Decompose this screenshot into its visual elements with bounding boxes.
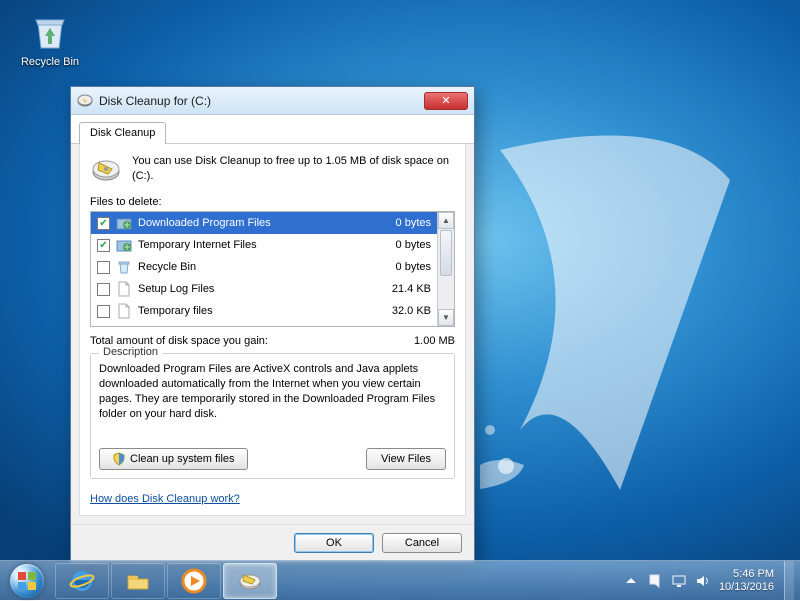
system-tray: 5:46 PM 10/13/2016: [619, 568, 778, 593]
folder-globe-icon: [116, 237, 132, 253]
list-item-name: Recycle Bin: [138, 261, 365, 273]
disk-cleanup-large-icon: [90, 154, 122, 186]
file-icon: [116, 281, 132, 297]
checkbox[interactable]: [97, 283, 110, 296]
ie-icon: [69, 568, 95, 594]
list-item-name: Temporary Internet Files: [138, 239, 365, 251]
start-orb-icon: [10, 564, 44, 598]
description-text: Downloaded Program Files are ActiveX con…: [99, 362, 446, 430]
list-item-size: 0 bytes: [371, 261, 431, 273]
taskbar-disk-cleanup[interactable]: [223, 563, 277, 599]
view-files-label: View Files: [381, 453, 431, 465]
show-hidden-icons[interactable]: [623, 573, 639, 589]
windows7-logo: [460, 120, 760, 500]
cleanup-system-files-button[interactable]: Clean up system files: [99, 448, 248, 470]
cancel-label: Cancel: [405, 537, 439, 549]
list-item-name: Downloaded Program Files: [138, 217, 365, 229]
recycle-bin-icon: [116, 259, 132, 275]
tabstrip: Disk Cleanup: [71, 115, 474, 144]
list-item[interactable]: Temporary files 32.0 KB: [91, 300, 437, 322]
disk-cleanup-icon: [77, 93, 93, 109]
close-button[interactable]: ✕: [424, 92, 468, 110]
network-icon[interactable]: [671, 573, 687, 589]
list-item[interactable]: Recycle Bin 0 bytes: [91, 256, 437, 278]
checkbox[interactable]: [97, 261, 110, 274]
intro-text: You can use Disk Cleanup to free up to 1…: [132, 154, 455, 186]
total-value: 1.00 MB: [414, 335, 455, 347]
disk-cleanup-dialog: Disk Cleanup for (C:) ✕ Disk Cleanup You…: [70, 86, 475, 562]
folder-globe-icon: [116, 215, 132, 231]
list-item[interactable]: ✔ Temporary Internet Files 0 bytes: [91, 234, 437, 256]
media-player-icon: [181, 568, 207, 594]
list-item[interactable]: Setup Log Files 21.4 KB: [91, 278, 437, 300]
ok-label: OK: [326, 537, 342, 549]
dialog-body: You can use Disk Cleanup to free up to 1…: [79, 144, 466, 516]
file-icon: [116, 303, 132, 319]
ok-button[interactable]: OK: [294, 533, 374, 553]
close-icon: ✕: [441, 94, 450, 107]
description-group: Description Downloaded Program Files are…: [90, 353, 455, 479]
tab-disk-cleanup[interactable]: Disk Cleanup: [79, 122, 166, 144]
cancel-button[interactable]: Cancel: [382, 533, 462, 553]
taskbar-ie[interactable]: [55, 563, 109, 599]
clock-date: 10/13/2016: [719, 581, 774, 594]
volume-icon[interactable]: [695, 573, 711, 589]
taskbar: 5:46 PM 10/13/2016: [0, 560, 800, 600]
scroll-thumb[interactable]: [440, 230, 452, 276]
scroll-up-button[interactable]: ▲: [438, 212, 454, 229]
clock[interactable]: 5:46 PM 10/13/2016: [719, 568, 774, 593]
disk-cleanup-icon: [237, 568, 263, 594]
titlebar[interactable]: Disk Cleanup for (C:) ✕: [71, 87, 474, 115]
clock-time: 5:46 PM: [719, 568, 774, 581]
view-files-button[interactable]: View Files: [366, 448, 446, 470]
list-item-size: 21.4 KB: [371, 283, 431, 295]
checkbox[interactable]: ✔: [97, 239, 110, 252]
show-desktop-button[interactable]: [784, 561, 794, 601]
folder-icon: [125, 568, 151, 594]
action-center-icon[interactable]: [647, 573, 663, 589]
dialog-title: Disk Cleanup for (C:): [99, 94, 424, 108]
recycle-bin-icon: [28, 10, 72, 54]
list-item[interactable]: ✔ Downloaded Program Files 0 bytes: [91, 212, 437, 234]
files-to-delete-label: Files to delete:: [90, 196, 455, 208]
description-legend: Description: [99, 346, 162, 358]
scroll-down-button[interactable]: ▼: [438, 309, 454, 326]
help-link[interactable]: How does Disk Cleanup work?: [90, 493, 240, 505]
dialog-footer: OK Cancel: [71, 524, 474, 561]
taskbar-media-player[interactable]: [167, 563, 221, 599]
list-item-size: 32.0 KB: [371, 305, 431, 317]
taskbar-explorer[interactable]: [111, 563, 165, 599]
start-button[interactable]: [0, 561, 54, 601]
checkbox[interactable]: [97, 305, 110, 318]
list-item-name: Setup Log Files: [138, 283, 365, 295]
list-item-name: Temporary files: [138, 305, 365, 317]
scrollbar[interactable]: ▲ ▼: [437, 212, 454, 326]
shield-icon: [112, 452, 126, 466]
desktop[interactable]: Recycle Bin Disk Cleanup for (C:) ✕ Disk…: [0, 0, 800, 600]
cleanup-system-files-label: Clean up system files: [130, 453, 235, 465]
desktop-recycle-bin[interactable]: Recycle Bin: [20, 10, 80, 68]
list-item-size: 0 bytes: [371, 217, 431, 229]
list-item-size: 0 bytes: [371, 239, 431, 251]
checkbox[interactable]: ✔: [97, 217, 110, 230]
files-list: ✔ Downloaded Program Files 0 bytes ✔ Tempora…: [90, 211, 455, 327]
desktop-recycle-bin-label: Recycle Bin: [20, 56, 80, 68]
